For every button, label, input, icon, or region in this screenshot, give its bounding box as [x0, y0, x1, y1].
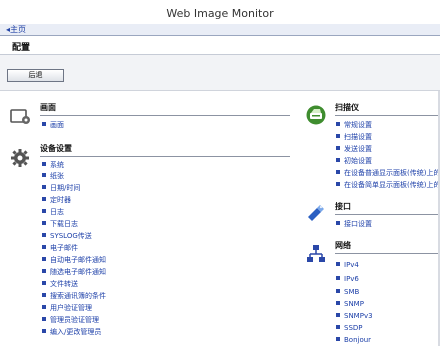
menu-item-auto-email-notification[interactable]: 自动电子邮件通知: [42, 255, 106, 265]
bullet-icon: [42, 221, 46, 225]
bullet-icon: [42, 317, 46, 321]
menu-item-scan-settings[interactable]: 扫描设置: [336, 132, 440, 142]
menu-item-system[interactable]: 系统: [42, 160, 64, 170]
bullet-icon: [336, 289, 340, 293]
bullet-icon: [336, 313, 340, 317]
section-heading-interface: 接口: [335, 202, 440, 215]
bullet-icon: [42, 162, 46, 166]
bullet-icon: [42, 269, 46, 273]
back-button[interactable]: 后退: [7, 69, 64, 82]
bullet-icon: [336, 276, 340, 280]
section-heading-screen: 画面: [40, 103, 290, 116]
menu-item-snmpv3[interactable]: SNMPv3: [336, 311, 440, 321]
menu-item-ipv6[interactable]: IPv6: [336, 274, 440, 284]
menu-item-ipv4[interactable]: IPv4: [336, 260, 440, 270]
menu-item-snmp[interactable]: SNMP: [336, 299, 440, 309]
bullet-icon: [42, 245, 46, 249]
menu-item-date-time[interactable]: 日期/时间: [42, 183, 80, 193]
menu-item-on-demand-email[interactable]: 随选电子邮件通知: [42, 267, 106, 277]
bullet-icon: [336, 158, 340, 162]
menu-item-simple-panel-display[interactable]: 在设备简单显示面板(传统)上的: [336, 180, 440, 190]
bullet-icon: [42, 305, 46, 309]
usb-port-icon: [305, 202, 327, 222]
menu-item-syslog[interactable]: SYSLOG传送: [42, 231, 92, 241]
screen-settings-icon: [10, 107, 32, 127]
menu-item-bonjour[interactable]: Bonjour: [336, 335, 440, 345]
bullet-icon: [42, 209, 46, 213]
menu-item-general-settings[interactable]: 常规设置: [336, 120, 440, 130]
menu-item-screen[interactable]: 画面: [42, 120, 64, 130]
bullet-icon: [336, 337, 340, 341]
bullet-icon: [42, 185, 46, 189]
menu-item-admin-auth[interactable]: 管理员验证管理: [42, 315, 99, 325]
bullet-icon: [336, 182, 340, 186]
bullet-icon: [336, 301, 340, 305]
main-content: 画面 画面 设备设置 系统 纸张 日期/时间 定时器 日志 下载日志 SYSLO…: [0, 91, 440, 346]
bullet-icon: [336, 325, 340, 329]
menu-item-user-auth[interactable]: 用户验证管理: [42, 303, 92, 313]
menu-item-interface-settings[interactable]: 接口设置: [336, 219, 440, 229]
section-heading-scanner: 扫描仪: [335, 103, 440, 116]
gear-icon: [10, 148, 32, 168]
menu-item-ssdp[interactable]: SSDP: [336, 323, 440, 333]
bullet-icon: [336, 262, 340, 266]
app-title: Web Image Monitor: [166, 7, 274, 20]
menu-item-paper[interactable]: 纸张: [42, 171, 64, 181]
network-icon: [305, 244, 327, 264]
bullet-icon: [336, 221, 340, 225]
menu-item-file-transfer[interactable]: 文件转送: [42, 279, 78, 289]
bullet-icon: [336, 122, 340, 126]
scanner-icon: [305, 105, 327, 125]
page-title: 配置: [12, 43, 31, 53]
bullet-icon: [336, 134, 340, 138]
menu-item-normal-panel-display[interactable]: 在设备普通显示面板(传统)上的: [336, 168, 440, 178]
bullet-icon: [42, 281, 46, 285]
menu-item-address-book-search[interactable]: 搜索通讯簿的条件: [42, 291, 106, 301]
bullet-icon: [42, 173, 46, 177]
toolbar: 后退: [0, 55, 440, 91]
bullet-icon: [336, 170, 340, 174]
menu-item-email[interactable]: 电子邮件: [42, 243, 78, 253]
section-heading-network: 网络: [335, 241, 440, 254]
page-header: 配置: [0, 36, 440, 55]
bullet-icon: [336, 146, 340, 150]
bullet-icon: [42, 122, 46, 126]
menu-item-send-settings[interactable]: 发送设置: [336, 144, 440, 154]
menu-item-logs[interactable]: 日志: [42, 207, 64, 217]
menu-item-smb[interactable]: SMB: [336, 287, 440, 297]
bullet-icon: [42, 197, 46, 201]
home-link[interactable]: ◂主页: [6, 24, 26, 35]
menu-item-initial-settings[interactable]: 初始设置: [336, 156, 440, 166]
menu-item-program-admin[interactable]: 编入/更改管理员: [42, 327, 101, 337]
title-bar: Web Image Monitor: [0, 0, 440, 24]
bullet-icon: [42, 233, 46, 237]
menu-item-download-logs[interactable]: 下载日志: [42, 219, 78, 229]
menu-item-timer[interactable]: 定时器: [42, 195, 71, 205]
breadcrumb: ◂主页: [0, 24, 440, 36]
bullet-icon: [42, 329, 46, 333]
bullet-icon: [42, 257, 46, 261]
section-heading-device-settings: 设备设置: [40, 144, 290, 157]
bullet-icon: [42, 293, 46, 297]
